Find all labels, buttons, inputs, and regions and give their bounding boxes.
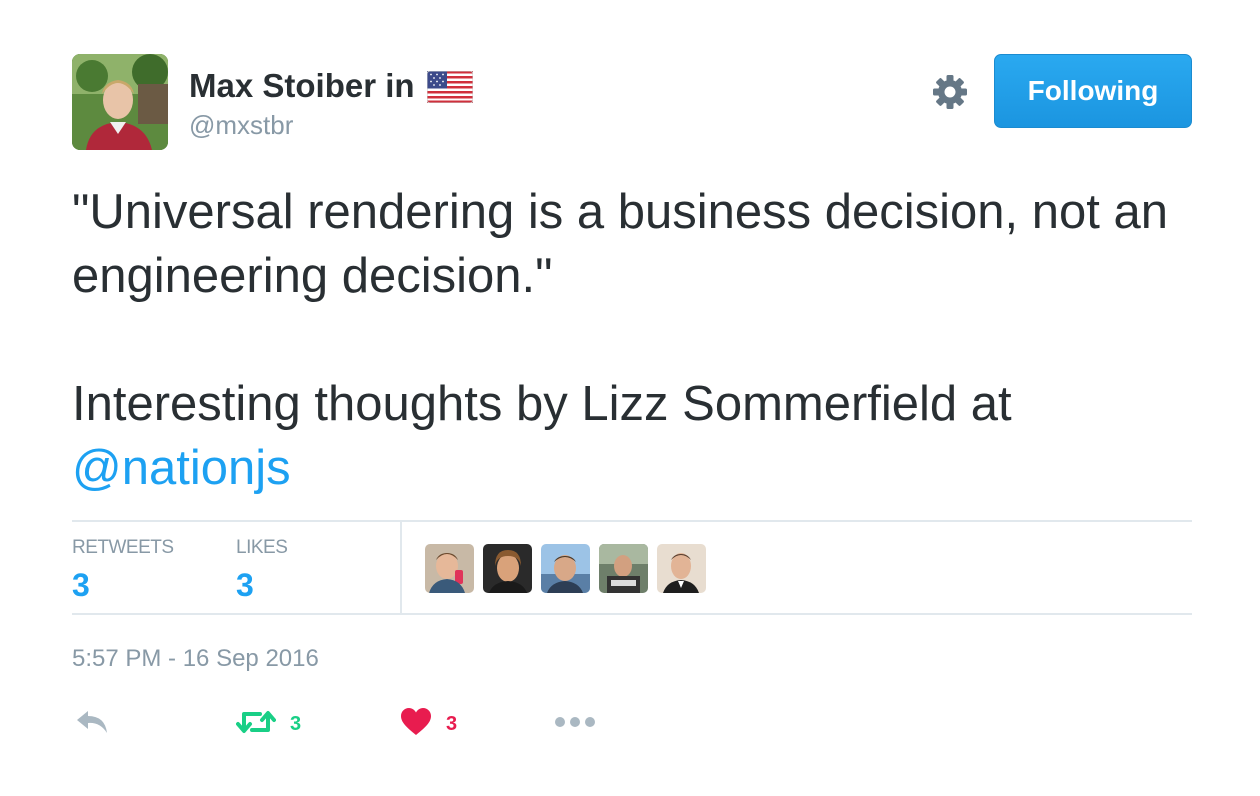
author-avatar[interactable] [72, 54, 168, 150]
tweet-second-text: Interesting thoughts by Lizz Sommerfield… [72, 377, 1012, 431]
display-name-text: Max Stoiber in [189, 67, 415, 104]
tweet-text: "Universal rendering is a business decis… [72, 180, 1202, 500]
retweet-icon [236, 708, 276, 741]
heart-icon [400, 707, 432, 742]
likes-stat[interactable]: LIKES 3 [236, 537, 288, 607]
tweet-card: Max Stoiber in @mxstbr Following "Univer… [0, 0, 1260, 796]
retweets-count: 3 [72, 567, 90, 603]
author-info[interactable]: Max Stoiber in @mxstbr [189, 64, 474, 142]
liker-avatar-5[interactable] [657, 544, 706, 593]
gear-icon[interactable] [930, 72, 970, 112]
liker-avatar-3[interactable] [541, 544, 590, 593]
reply-button[interactable] [74, 704, 110, 744]
retweets-label: RETWEETS [72, 537, 174, 558]
stats-bottom-divider [72, 613, 1192, 615]
author-display-name[interactable]: Max Stoiber in [189, 64, 474, 108]
reply-icon [74, 708, 110, 741]
tweet-quote: "Universal rendering is a business decis… [72, 185, 1168, 303]
retweets-stat[interactable]: RETWEETS 3 [72, 537, 174, 607]
retweet-button[interactable]: 3 [236, 704, 301, 744]
avatar-image [72, 54, 168, 150]
us-flag-icon [426, 70, 474, 104]
tweet-second-paragraph: Interesting thoughts by Lizz Sommerfield… [72, 372, 1202, 500]
author-handle[interactable]: @mxstbr [189, 108, 473, 142]
stats-top-divider [72, 520, 1192, 522]
liker-avatar-2[interactable] [483, 544, 532, 593]
like-button[interactable]: 3 [400, 704, 457, 744]
retweet-action-count: 3 [290, 712, 302, 735]
likers-avatars [425, 544, 706, 593]
stats-vertical-divider [400, 521, 402, 614]
more-dots-icon [554, 715, 596, 734]
mention-link[interactable]: @nationjs [72, 441, 291, 495]
tweet-timestamp[interactable]: 5:57 PM - 16 Sep 2016 [72, 644, 319, 674]
more-options-button[interactable] [554, 704, 596, 744]
like-action-count: 3 [446, 712, 458, 735]
liker-avatar-1[interactable] [425, 544, 474, 593]
likes-count: 3 [236, 567, 254, 603]
likes-label: LIKES [236, 537, 288, 558]
liker-avatar-4[interactable] [599, 544, 648, 593]
following-button[interactable]: Following [994, 54, 1192, 128]
